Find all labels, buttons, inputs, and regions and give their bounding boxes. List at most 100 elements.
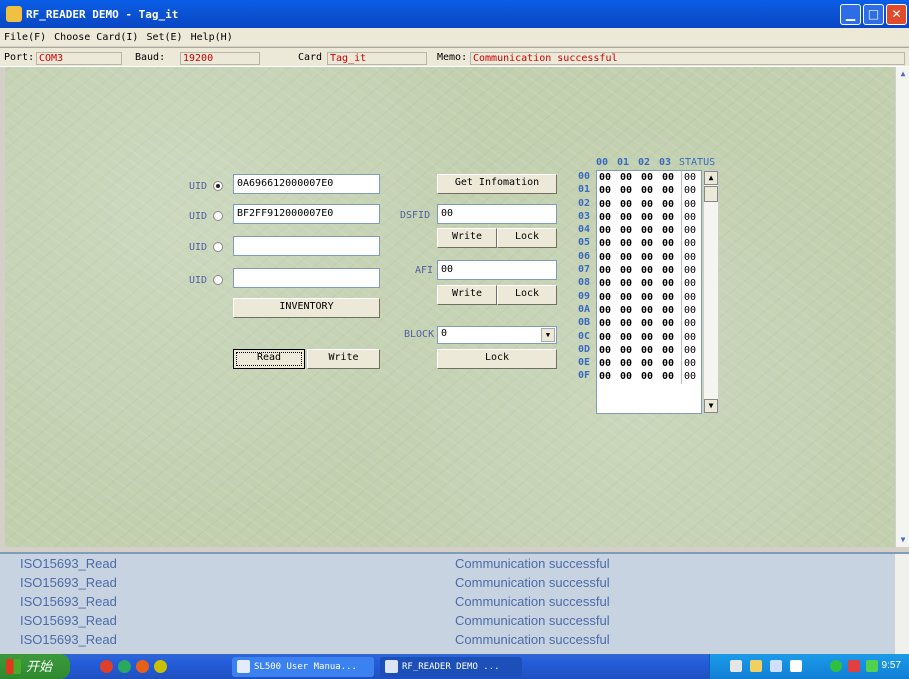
grid-cell[interactable]: 00	[618, 370, 639, 383]
grid-cell[interactable]: 00	[660, 184, 681, 197]
grid-cell[interactable]: 00	[660, 357, 681, 370]
grid-scroll-up-icon[interactable]: ▲	[704, 171, 718, 185]
close-button[interactable]: ✕	[886, 4, 907, 25]
grid-cell[interactable]: 00	[660, 331, 681, 344]
grid-row[interactable]: 00 00 00 00 00	[597, 277, 701, 291]
grid-row[interactable]: 00 00 00 00 00	[597, 184, 701, 198]
scroll-down-icon[interactable]: ▼	[896, 533, 909, 547]
main-scrollbar[interactable]: ▲ ▼	[895, 67, 909, 547]
grid-row[interactable]: 00 00 00 00 00	[597, 343, 701, 358]
grid-cell[interactable]: 00	[660, 291, 681, 304]
grid-cell[interactable]: 00	[639, 198, 660, 211]
grid-cell[interactable]: 00	[639, 211, 660, 224]
grid-cell[interactable]: 00	[618, 277, 639, 290]
afi-field[interactable]: 00	[437, 260, 557, 280]
grid-cell[interactable]: 00	[660, 277, 681, 290]
grid-cell[interactable]: 00	[597, 171, 618, 184]
uid-field-2[interactable]: BF2FF912000007E0	[233, 204, 380, 224]
inventory-button[interactable]: INVENTORY	[233, 298, 380, 318]
grid-scroll-thumb[interactable]	[704, 186, 718, 202]
log-row[interactable]: ISO15693_Read Communication successful	[0, 611, 909, 630]
grid-cell[interactable]: 00	[639, 291, 660, 304]
grid-cell[interactable]: 00	[618, 344, 639, 357]
log-row[interactable]: ISO15693_Read Communication successful	[0, 630, 909, 649]
security-icon[interactable]	[830, 660, 842, 672]
grid-cell[interactable]: 00	[660, 198, 681, 211]
dsfid-write-button[interactable]: Write	[437, 228, 497, 248]
grid-cell[interactable]: 00	[597, 357, 618, 370]
grid-row[interactable]: 00 00 00 00 00	[597, 224, 701, 238]
task-sl500-manual[interactable]: SL500 User Manua...	[232, 657, 374, 677]
grid-row[interactable]: 00 00 00 00 00	[597, 210, 701, 225]
grid-cell[interactable]: 00	[597, 304, 618, 317]
grid-cell[interactable]: 00	[618, 304, 639, 317]
grid-cell[interactable]: 00	[618, 224, 639, 237]
grid-scroll-down-icon[interactable]: ▼	[704, 399, 718, 413]
uid-radio-1[interactable]	[213, 181, 223, 191]
start-button[interactable]: 开始	[0, 654, 70, 679]
grid-row[interactable]: 00 00 00 00 00	[597, 290, 701, 304]
grid-row[interactable]: 00 00 00 00 00	[597, 370, 701, 384]
grid-cell[interactable]: 00	[639, 224, 660, 237]
log-row[interactable]: ISO15693_Read Communication successful	[0, 592, 909, 611]
uid-field-1[interactable]: 0A696612000007E0	[233, 174, 380, 194]
uid-field-4[interactable]	[233, 268, 380, 288]
menu-set[interactable]: Set(E)	[146, 32, 182, 43]
grid-cell[interactable]: 00	[639, 357, 660, 370]
afi-write-button[interactable]: Write	[437, 285, 497, 305]
grid-cell[interactable]: 00	[597, 291, 618, 304]
block-select[interactable]: 0 ▼	[437, 326, 557, 344]
grid-cell[interactable]: 00	[639, 237, 660, 250]
grid-cell[interactable]: 00	[660, 211, 681, 224]
grid-cell[interactable]: 00	[618, 198, 639, 211]
grid-cell[interactable]: 00	[660, 171, 681, 184]
read-button[interactable]: Read	[233, 349, 305, 369]
uid-radio-3[interactable]	[213, 242, 223, 252]
grid-cell[interactable]: 00	[597, 237, 618, 250]
grid-cell[interactable]: 00	[618, 211, 639, 224]
grid-cell[interactable]: 00	[597, 277, 618, 290]
grid-cell[interactable]: 00	[597, 344, 618, 357]
grid-cell[interactable]: 00	[618, 291, 639, 304]
menu-file[interactable]: File(F)	[4, 32, 46, 43]
afi-lock-button[interactable]: Lock	[497, 285, 557, 305]
grid-row[interactable]: 00 00 00 00 00	[597, 237, 701, 251]
grid-cell[interactable]: 00	[597, 198, 618, 211]
grid-row[interactable]: 00 00 00 00 00	[597, 197, 701, 211]
grid-row[interactable]: 00 00 00 00 00	[597, 171, 701, 185]
antivirus-icon[interactable]	[848, 660, 860, 672]
menu-choose-card[interactable]: Choose Card(I)	[54, 32, 138, 43]
grid-cell[interactable]: 00	[618, 171, 639, 184]
task-rf-reader-demo[interactable]: RF_READER DEMO ...	[380, 657, 522, 677]
write-button[interactable]: Write	[307, 349, 380, 369]
grid-cell[interactable]: 00	[639, 344, 660, 357]
minimize-button[interactable]: ▁	[840, 4, 861, 25]
grid-cell[interactable]: 00	[639, 171, 660, 184]
grid-cell[interactable]: 00	[639, 184, 660, 197]
grid-cell[interactable]: 00	[597, 370, 618, 383]
grid-cell[interactable]: 00	[618, 251, 639, 264]
maximize-button[interactable]: □	[863, 4, 884, 25]
speaker-icon[interactable]	[866, 660, 878, 672]
quicklaunch-app-icon[interactable]	[118, 660, 131, 673]
grid-cell[interactable]: 00	[660, 224, 681, 237]
log-row[interactable]: ISO15693_Read Communication successful	[0, 573, 909, 592]
menu-help[interactable]: Help(H)	[191, 32, 233, 43]
grid-scrollbar[interactable]: ▲ ▼	[703, 170, 719, 414]
grid-cell[interactable]: 00	[639, 304, 660, 317]
grid-cell[interactable]: 00	[618, 264, 639, 277]
grid-cell[interactable]: 00	[639, 264, 660, 277]
grid-cell[interactable]: 00	[639, 317, 660, 330]
dsfid-lock-button[interactable]: Lock	[497, 228, 557, 248]
log-row[interactable]: ISO15693_Read Communication successful	[0, 554, 909, 573]
grid-cell[interactable]: 00	[660, 370, 681, 383]
grid-cell[interactable]: 00	[660, 264, 681, 277]
grid-cell[interactable]: 00	[639, 251, 660, 264]
data-grid[interactable]: 00 00 00 00 00 00 00 00 00 00 00 00 00 00 00 00 00 00 00 00…	[596, 170, 702, 414]
grid-cell[interactable]: 00	[618, 331, 639, 344]
network-icon[interactable]	[770, 660, 782, 672]
grid-cell[interactable]: 00	[597, 224, 618, 237]
grid-cell[interactable]: 00	[660, 237, 681, 250]
quicklaunch-media-icon[interactable]	[154, 660, 167, 673]
keyboard-icon[interactable]	[730, 660, 742, 672]
